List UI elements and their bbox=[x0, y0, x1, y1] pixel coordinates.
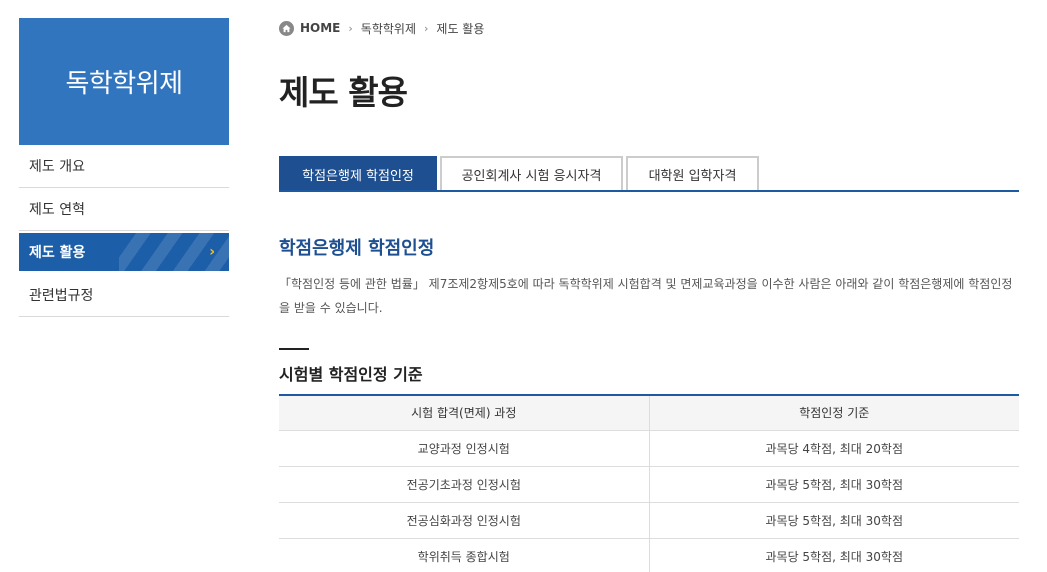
section-title: 학점은행제 학점인정 bbox=[279, 238, 435, 259]
sidebar: 독학학위제 제도 개요 제도 연혁 제도 활용 › 관련법규정 bbox=[19, 18, 229, 317]
sidebar-title: 독학학위제 bbox=[19, 18, 229, 145]
table-row: 전공심화과정 인정시험 과목당 5학점, 최대 30학점 bbox=[279, 502, 1019, 539]
tab-graduate-admission[interactable]: 대학원 입학자격 bbox=[626, 156, 759, 190]
table-cell: 과목당 5학점, 최대 30학점 bbox=[649, 466, 1019, 503]
sidebar-item-utilization[interactable]: 제도 활용 › bbox=[19, 233, 229, 271]
tab-cpa-eligibility[interactable]: 공인회계사 시험 응시자격 bbox=[440, 156, 623, 190]
sidebar-item-label: 제도 활용 bbox=[29, 245, 86, 261]
table-cell: 과목당 5학점, 최대 30학점 bbox=[649, 538, 1019, 572]
table-cell: 과목당 4학점, 최대 20학점 bbox=[649, 430, 1019, 467]
section-description: 「학점인정 등에 관한 법률」 제7조제2항제5호에 따라 독학학위제 시험합격… bbox=[279, 277, 1013, 315]
subsection-divider bbox=[279, 348, 309, 350]
chevron-right-icon: › bbox=[209, 244, 215, 260]
table-row: 전공기초과정 인정시험 과목당 5학점, 최대 30학점 bbox=[279, 466, 1019, 503]
table-cell: 학위취득 종합시험 bbox=[279, 538, 650, 572]
table-cell: 전공기초과정 인정시험 bbox=[279, 466, 650, 503]
sidebar-item-history[interactable]: 제도 연혁 bbox=[19, 188, 229, 231]
column-header: 시험 합격(면제) 과정 bbox=[279, 395, 650, 431]
breadcrumb: HOME › 독학학위제 › 제도 활용 bbox=[279, 18, 1019, 38]
table-cell: 교양과정 인정시험 bbox=[279, 430, 650, 467]
table-cell: 전공심화과정 인정시험 bbox=[279, 502, 650, 539]
sidebar-nav: 제도 개요 제도 연혁 제도 활용 › 관련법규정 bbox=[19, 145, 229, 317]
column-header: 학점인정 기준 bbox=[649, 395, 1019, 431]
breadcrumb-level1[interactable]: 독학학위제 bbox=[361, 20, 416, 37]
chevron-right-icon: › bbox=[348, 21, 353, 35]
main-content: HOME › 독학학위제 › 제도 활용 제도 활용 학점은행제 학점인정 공인… bbox=[279, 18, 1019, 572]
sidebar-item-regulations[interactable]: 관련법규정 bbox=[19, 274, 229, 317]
sidebar-item-label: 제도 개요 bbox=[29, 159, 85, 175]
subsection-title: 시험별 학점인정 기준 bbox=[279, 365, 423, 384]
tab-bar: 학점은행제 학점인정 공인회계사 시험 응시자격 대학원 입학자격 bbox=[279, 156, 1019, 192]
sidebar-item-label: 관련법규정 bbox=[29, 288, 94, 304]
breadcrumb-home[interactable]: HOME bbox=[300, 21, 340, 35]
table-row: 학위취득 종합시험 과목당 5학점, 최대 30학점 bbox=[279, 538, 1019, 572]
breadcrumb-level2[interactable]: 제도 활용 bbox=[436, 20, 484, 37]
criteria-table: 시험 합격(면제) 과정 학점인정 기준 교양과정 인정시험 과목당 4학점, … bbox=[279, 394, 1019, 572]
sidebar-item-label: 제도 연혁 bbox=[29, 202, 85, 218]
tab-credit-bank[interactable]: 학점은행제 학점인정 bbox=[279, 156, 437, 190]
sidebar-item-overview[interactable]: 제도 개요 bbox=[19, 145, 229, 188]
table-cell: 과목당 5학점, 최대 30학점 bbox=[649, 502, 1019, 539]
page-title: 제도 활용 bbox=[279, 73, 408, 112]
home-icon[interactable] bbox=[279, 20, 294, 36]
table-header-row: 시험 합격(면제) 과정 학점인정 기준 bbox=[279, 395, 1019, 431]
table-row: 교양과정 인정시험 과목당 4학점, 최대 20학점 bbox=[279, 430, 1019, 467]
chevron-right-icon: › bbox=[424, 21, 429, 35]
